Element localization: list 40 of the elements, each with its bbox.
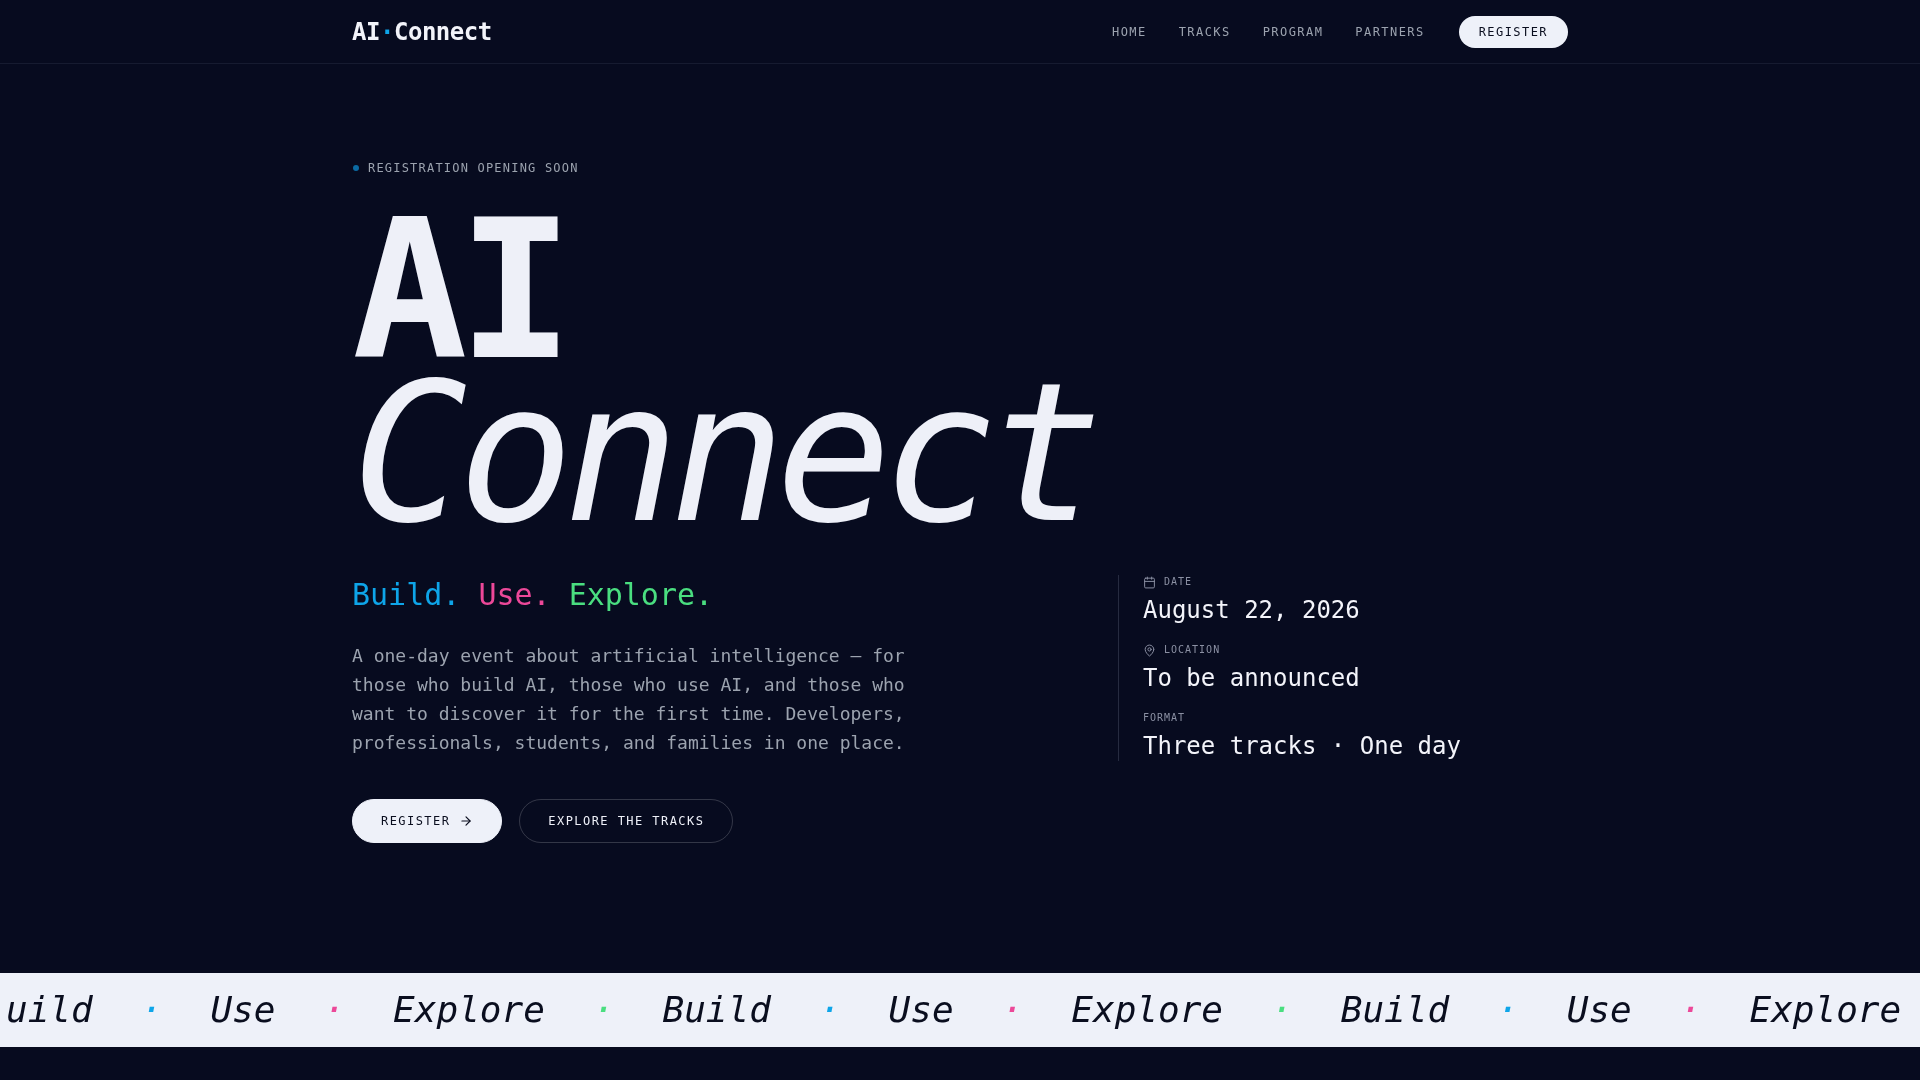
marquee-word: Build	[1340, 988, 1450, 1031]
register-button[interactable]: REGISTER	[1458, 15, 1568, 48]
detail-label: LOCATION	[1164, 643, 1221, 658]
marquee-word: Explore	[393, 988, 545, 1031]
logo[interactable]: AI·Connect	[352, 16, 492, 47]
detail-value: To be announced	[1143, 663, 1360, 694]
separator-dot: ·	[140, 988, 163, 1031]
separator-dot: ·	[323, 988, 346, 1031]
tagline-word: Build.	[352, 576, 461, 615]
event-description: A one-day event about artificial intelligence — for those who build AI, those who use AI, and those who want to discover it for the first time. Developers, professionals, students, and families in one place.	[352, 644, 906, 755]
marquee-word: Use	[1566, 988, 1632, 1031]
tagline-word: Explore.	[568, 576, 714, 615]
arrow-right-icon	[459, 813, 474, 828]
nav-link[interactable]: PARTNERS	[1355, 23, 1425, 40]
detail-value: Three tracks · One day	[1143, 731, 1461, 762]
nav-link[interactable]: TRACKS	[1178, 23, 1231, 40]
separator-dot: ·	[592, 988, 615, 1031]
marquee-word: Use	[888, 988, 954, 1031]
nav-link[interactable]: HOME	[1112, 23, 1147, 40]
tagline-word: Use.	[478, 576, 551, 615]
separator-dot: ·	[1497, 988, 1519, 1031]
separator-dot: ·	[1001, 988, 1024, 1031]
status-dot-icon	[353, 165, 359, 171]
status-badge-text: REGISTRATION OPENING SOON	[368, 160, 579, 177]
detail-label: FORMAT	[1143, 711, 1186, 726]
nav-link[interactable]: PROGRAM	[1262, 23, 1324, 40]
separator-dot: ·	[1271, 988, 1293, 1031]
detail-label: DATE	[1164, 575, 1193, 590]
marquee-word: Build	[662, 988, 771, 1031]
marquee-word: Explore	[1071, 988, 1223, 1031]
map-pin-icon	[1143, 643, 1156, 657]
marquee-word: Explore	[1749, 988, 1902, 1031]
separator-dot: ·	[1679, 988, 1702, 1031]
marquee-word: Use	[210, 988, 276, 1031]
separator-dot: ·	[818, 988, 841, 1031]
event-title: AI Connect	[352, 209, 1094, 536]
detail-value: August 22, 2026	[1143, 595, 1360, 626]
calendar-icon	[1143, 575, 1156, 589]
register-button[interactable]: REGISTER	[352, 798, 503, 843]
marquee-word: uild	[6, 988, 93, 1031]
